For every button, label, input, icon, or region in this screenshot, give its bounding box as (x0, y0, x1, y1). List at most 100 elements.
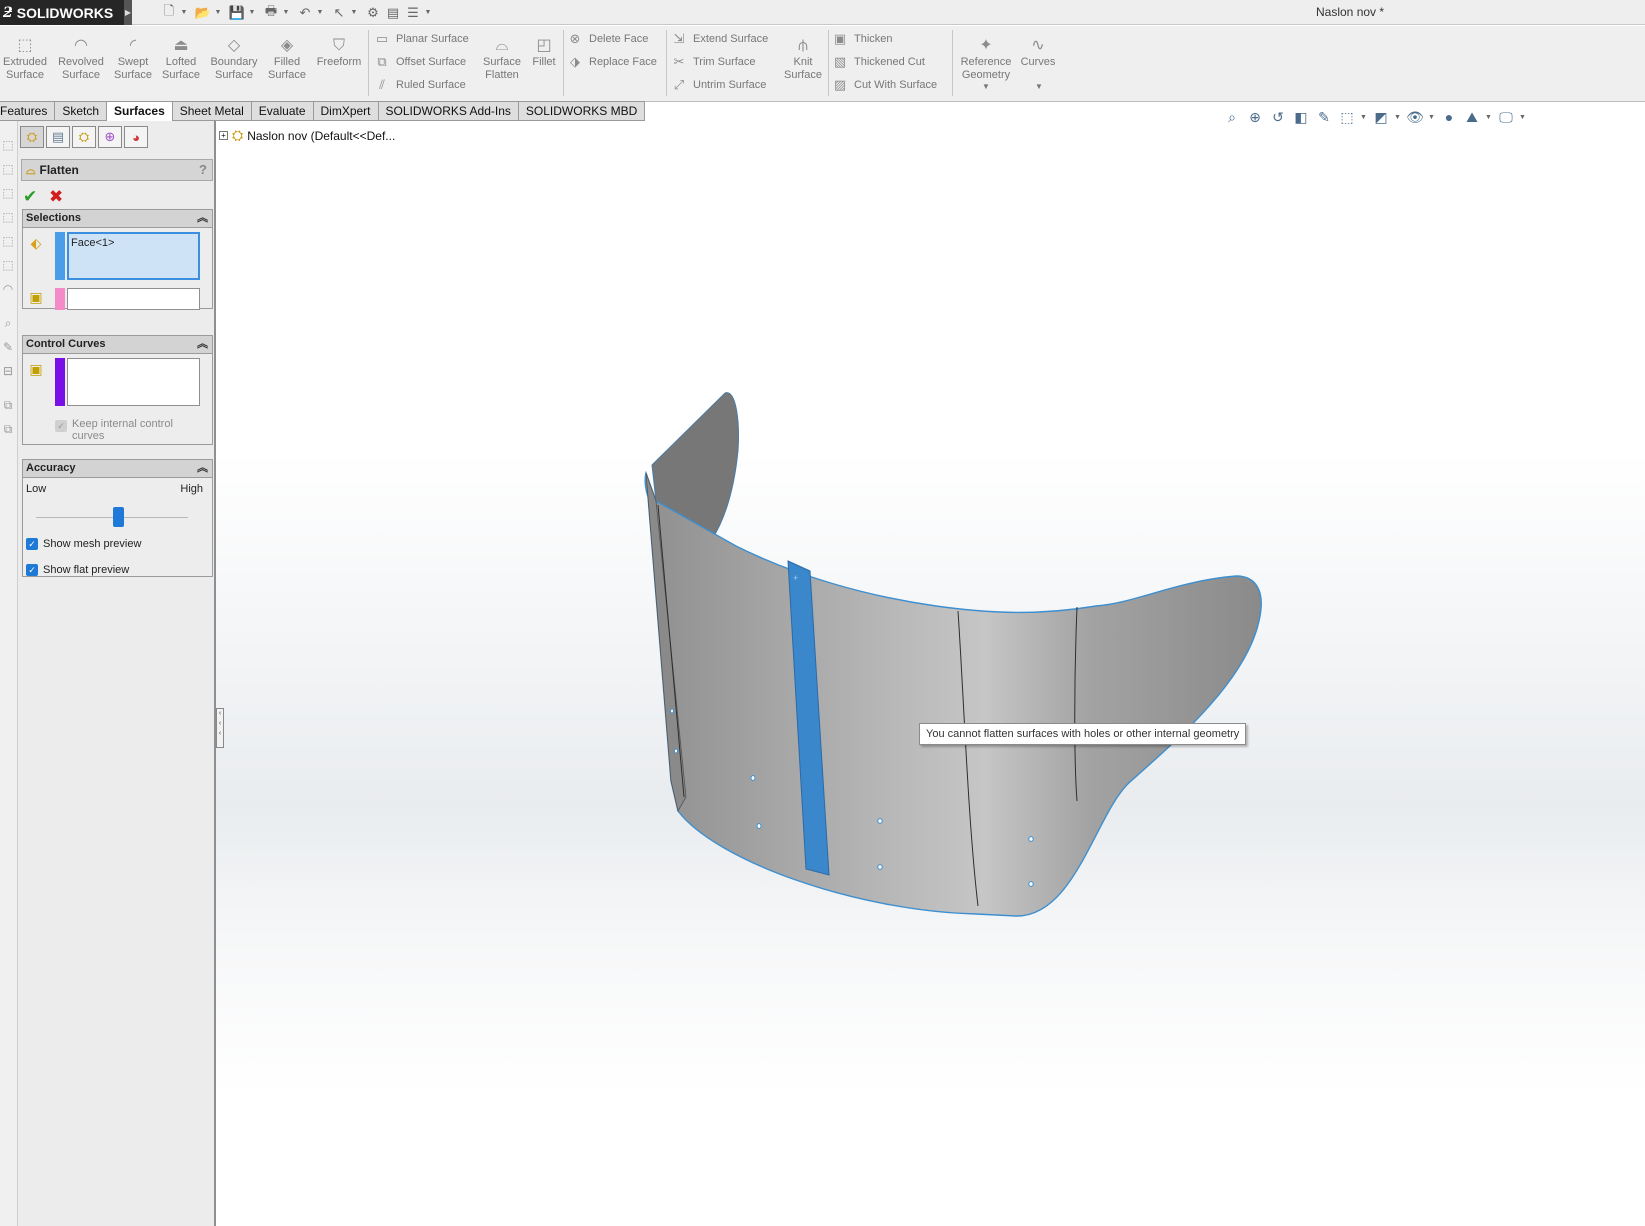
ruled-surface-button[interactable]: ⫽ Ruled Surface (374, 75, 466, 95)
lofted-surface-button[interactable]: ⏏ Lofted Surface (158, 36, 204, 82)
tab-surfaces[interactable]: Surfaces (107, 101, 173, 122)
extruded-surface-button[interactable]: ⬚ Extruded Surface (2, 36, 48, 82)
collapse-chevron-icon[interactable]: ︽ (197, 460, 208, 477)
tab-sketch[interactable]: Sketch (55, 101, 108, 121)
hide-show-dropdown-icon[interactable]: ▼ (1428, 114, 1436, 121)
undo-icon[interactable]: ↶ (296, 4, 314, 22)
select-dropdown-icon[interactable]: ▼ (350, 4, 358, 22)
surface-main-body[interactable] (644, 470, 1262, 917)
delete-face-button[interactable]: ⊗ Delete Face (567, 29, 649, 49)
tab-dimxpert[interactable]: DimXpert (313, 101, 379, 121)
replace-face-button[interactable]: ⬗ Replace Face (567, 52, 657, 72)
show-flat-preview-checkbox[interactable]: ✓ Show flat preview (26, 564, 129, 576)
print-icon[interactable]: 🖶 (262, 3, 280, 22)
rebuild-icon[interactable]: ⚙ (364, 4, 382, 22)
accuracy-header[interactable]: Accuracy ︽ (23, 460, 212, 478)
face-selection-box[interactable]: Face<1> (67, 232, 200, 280)
collapse-chevron-icon[interactable]: ︽ (197, 210, 208, 227)
edit-appearance-icon[interactable]: ● (1439, 107, 1459, 127)
trim-surface-button[interactable]: ✂ Trim Surface (671, 52, 756, 72)
surface-model-viewport[interactable]: + (216, 121, 1645, 1226)
view-settings-icon[interactable]: 🖵 (1496, 107, 1516, 127)
cut-with-surface-button[interactable]: ▨ Cut With Surface (832, 75, 937, 95)
knit-surface-button[interactable]: ⫛ Knit Surface (781, 36, 825, 82)
expand-tree-icon[interactable]: + (219, 131, 228, 140)
boundary-surface-button[interactable]: ◇ Boundary Surface (208, 36, 260, 82)
apply-scene-icon[interactable]: ⛰ (1462, 107, 1482, 127)
file-properties-icon[interactable]: ▤ (384, 4, 402, 22)
filled-surface-icon[interactable]: ⬚ (1, 257, 15, 273)
view-orientation-icon[interactable]: ⬚ (1337, 107, 1357, 127)
untrim-surface-button[interactable]: ⤢ Untrim Surface (671, 75, 767, 95)
new-dropdown-icon[interactable]: ▼ (180, 4, 188, 22)
options-dropdown-icon[interactable]: ▼ (424, 4, 432, 22)
curves-dropdown-icon[interactable]: ▼ (1035, 82, 1043, 91)
offset-surface-button[interactable]: ⧉ Offset Surface (374, 52, 466, 72)
thickened-cut-button[interactable]: ▧ Thickened Cut (832, 52, 925, 72)
configuration-manager-tab-icon[interactable]: ⛭ (72, 126, 96, 148)
collapse-chevron-icon[interactable]: ︽ (197, 336, 208, 353)
reference-geometry-button[interactable]: ✦ Reference Geometry (958, 36, 1014, 82)
filled-surface-button[interactable]: ◈ Filled Surface (264, 36, 310, 82)
tab-solidworks-mbd[interactable]: SOLIDWORKS MBD (518, 101, 646, 121)
trim-surface-icon[interactable]: ⊟ (1, 363, 15, 379)
dynamic-annotation-icon[interactable]: ✎ (1314, 107, 1334, 127)
extruded-surface-icon[interactable]: ⬚ (1, 137, 15, 153)
save-icon[interactable]: 💾 (228, 4, 246, 22)
knit-surface-icon[interactable]: ⧉ (1, 397, 15, 413)
surface-flatten-button[interactable]: ⌓ Surface Flatten (478, 36, 526, 82)
fillet-button[interactable]: ◰ Fillet (528, 36, 560, 69)
revolved-surface-button[interactable]: ◠ Revolved Surface (56, 36, 106, 82)
keep-internal-control-curves-checkbox[interactable]: ✓ Keep internal control curves (55, 418, 173, 442)
hide-show-items-icon[interactable]: 👁 (1405, 107, 1425, 127)
tab-solidworks-add-ins[interactable]: SOLIDWORKS Add-Ins (378, 101, 519, 121)
control-curves-box[interactable] (67, 358, 200, 406)
options-icon[interactable]: ☰ (404, 4, 422, 22)
apply-scene-dropdown-icon[interactable]: ▼ (1485, 114, 1493, 121)
view-orientation-dropdown-icon[interactable]: ▼ (1360, 114, 1368, 121)
selections-header[interactable]: Selections ︽ (23, 210, 212, 228)
planar-surface-icon[interactable]: ◠ (1, 281, 15, 297)
ok-check-button[interactable]: ✔ (23, 187, 37, 207)
revolved-surface-icon[interactable]: ⬚ (1, 161, 15, 177)
tab-features[interactable]: Features (0, 101, 56, 121)
solidworks-logo[interactable]: ƻ SOLIDWORKS (0, 0, 124, 25)
help-icon[interactable]: ? (199, 162, 207, 177)
swept-surface-icon[interactable]: ⬚ (1, 185, 15, 201)
open-dropdown-icon[interactable]: ▼ (214, 4, 222, 22)
tab-evaluate[interactable]: Evaluate (251, 101, 314, 121)
display-style-dropdown-icon[interactable]: ▼ (1394, 114, 1402, 121)
undo-dropdown-icon[interactable]: ▼ (316, 4, 324, 22)
zoom-to-fit-icon[interactable]: ⌕ (1222, 107, 1242, 127)
view-settings-dropdown-icon[interactable]: ▼ (1519, 114, 1527, 121)
boundary-surface-icon[interactable]: ⬚ (1, 233, 15, 249)
freeform-button[interactable]: ⛉ Freeform (314, 36, 364, 69)
extend-surface-button[interactable]: ⇲ Extend Surface (671, 29, 769, 49)
planar-surface-button[interactable]: ▭ Planar Surface (374, 29, 469, 49)
panel-collapse-handle[interactable]: ‹ ‹ ‹ (216, 708, 224, 748)
menu-expand-arrow-icon[interactable]: ▶ (124, 0, 132, 25)
select-cursor-icon[interactable]: ↖ (330, 4, 348, 22)
open-folder-icon[interactable]: 📂 (194, 4, 212, 22)
feature-manager-tab-icon[interactable]: ⛭ (20, 126, 44, 148)
cancel-x-button[interactable]: ✖ (49, 187, 63, 207)
offset-surface-icon[interactable]: ⌕ (1, 315, 15, 331)
extend-surface-icon[interactable]: ✎ (1, 339, 15, 355)
reference-geometry-dropdown-icon[interactable]: ▼ (982, 82, 990, 91)
property-manager-tab-icon[interactable]: ▤ (46, 126, 70, 148)
show-mesh-preview-checkbox[interactable]: ✓ Show mesh preview (26, 538, 141, 550)
thicken-button[interactable]: ▣ Thicken (832, 29, 893, 49)
accuracy-slider-thumb[interactable] (112, 507, 124, 527)
thicken-icon[interactable]: ⧉ (1, 421, 15, 437)
previous-view-icon[interactable]: ↺ (1268, 107, 1288, 127)
new-document-icon[interactable]: 🗋 (160, 3, 178, 22)
control-curves-header[interactable]: Control Curves ︽ (23, 336, 212, 354)
swept-surface-button[interactable]: ◜ Swept Surface (110, 36, 156, 82)
zoom-to-area-icon[interactable]: ⊕ (1245, 107, 1265, 127)
vertex-selection-box[interactable] (67, 288, 200, 310)
tab-sheet-metal[interactable]: Sheet Metal (172, 101, 252, 121)
display-style-icon[interactable]: ◩ (1371, 107, 1391, 127)
save-dropdown-icon[interactable]: ▼ (248, 4, 256, 22)
lofted-surface-icon[interactable]: ⬚ (1, 209, 15, 225)
section-view-icon[interactable]: ◧ (1291, 107, 1311, 127)
